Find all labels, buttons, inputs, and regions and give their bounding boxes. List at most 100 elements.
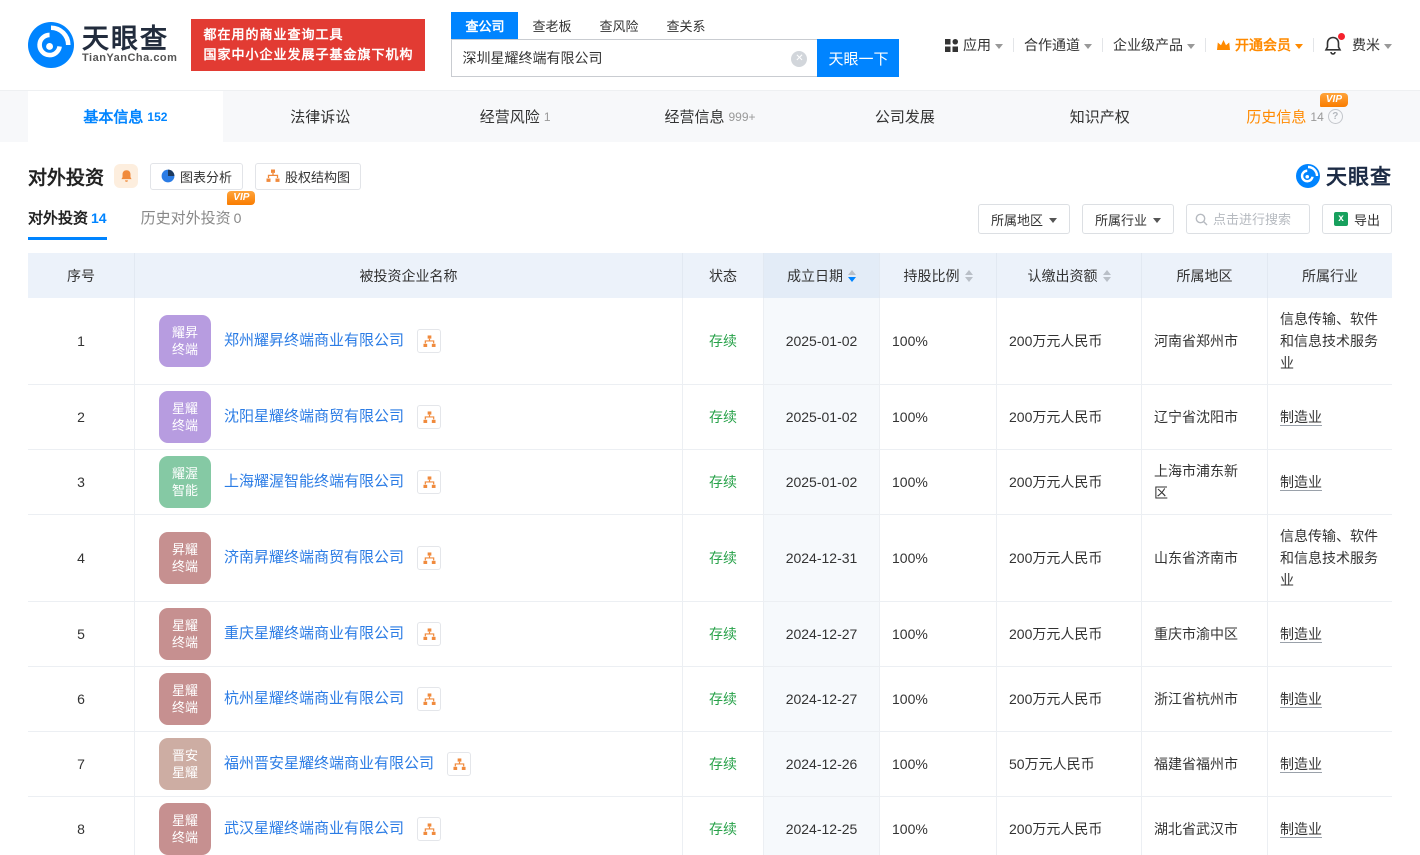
table-row: 5 星耀终端 重庆星耀终端商业有限公司 存续 2024-12-27 100% 2… [28, 602, 1392, 667]
company-name-link[interactable]: 重庆星耀终端商业有限公司 [224, 623, 404, 645]
industry-cell: 制造业 [1268, 732, 1392, 796]
tab-basic-info[interactable]: 基本信息 152 [28, 91, 223, 142]
region-cell: 重庆市渝中区 [1142, 602, 1268, 666]
tab-label: 公司发展 [875, 106, 935, 127]
notification-bell[interactable] [1324, 36, 1342, 55]
col-status: 状态 [683, 253, 764, 298]
monitor-bell-button[interactable] [114, 164, 138, 188]
status-cell: 存续 [683, 385, 764, 449]
tab-company-development[interactable]: 公司发展 [807, 91, 1002, 142]
search-button[interactable]: 天眼一下 [817, 39, 899, 77]
equity-structure-icon-button[interactable] [417, 329, 441, 353]
tab-count: 152 [147, 110, 167, 124]
table-search-input[interactable] [1213, 212, 1299, 227]
bell-icon [120, 169, 133, 183]
equity-structure-icon-button[interactable] [417, 470, 441, 494]
chart-analysis-button[interactable]: 图表分析 [150, 163, 243, 190]
tianyancha-logo-icon [1296, 164, 1320, 188]
region-cell: 湖北省武汉市 [1142, 797, 1268, 855]
company-cell: 星耀终端 武汉星耀终端商业有限公司 [135, 797, 683, 855]
help-icon[interactable]: ? [1328, 109, 1343, 124]
investment-table: 序号 被投资企业名称 状态 成立日期 持股比例 认缴出资额 所属地区 所属行业 … [28, 253, 1392, 855]
equity-structure-icon-button[interactable] [417, 405, 441, 429]
company-avatar[interactable]: 星耀终端 [159, 803, 211, 855]
tianyancha-logo[interactable]: 天眼查 TianYanCha.com [28, 22, 177, 68]
nav-user[interactable]: 费米 [1352, 35, 1392, 55]
org-chart-icon [423, 476, 436, 489]
col-establish-date-sort[interactable]: 成立日期 [764, 253, 880, 298]
company-name-link[interactable]: 济南昇耀终端商贸有限公司 [224, 547, 404, 569]
subtab-history-investment[interactable]: VIP 历史对外投资0 [141, 207, 242, 240]
row-index-cell: 6 [28, 667, 135, 731]
search-tab-company[interactable]: 查公司 [451, 12, 518, 39]
brand-domain: TianYanCha.com [82, 53, 177, 65]
status-cell: 存续 [683, 450, 764, 514]
tab-history-info[interactable]: VIP 历史信息 14 ? [1197, 91, 1392, 142]
establish-date-cell: 2025-01-02 [764, 298, 880, 384]
equity-structure-icon-button[interactable] [417, 687, 441, 711]
company-avatar[interactable]: 星耀终端 [159, 608, 211, 660]
company-name-link[interactable]: 沈阳星耀终端商贸有限公司 [224, 406, 404, 428]
company-name-link[interactable]: 杭州星耀终端商业有限公司 [224, 688, 404, 710]
row-index-cell: 7 [28, 732, 135, 796]
nav-enterprise[interactable]: 企业级产品 [1113, 35, 1195, 55]
region-filter-label: 所属地区 [991, 210, 1043, 229]
industry-cell: 制造业 [1268, 450, 1392, 514]
tab-operation-risk[interactable]: 经营风险 1 [418, 91, 613, 142]
watermark-brand-name: 天眼查 [1326, 161, 1392, 191]
status-badge: 存续 [709, 688, 737, 710]
tab-intellectual-property[interactable]: 知识产权 [1002, 91, 1197, 142]
slogan-line1: 都在用的商业查询工具 [203, 25, 413, 45]
company-cell: 耀昇终端 郑州耀昇终端商业有限公司 [135, 298, 683, 384]
row-index-cell: 8 [28, 797, 135, 855]
industry-filter-label: 所属行业 [1095, 210, 1147, 229]
search-tab-risk[interactable]: 查风险 [585, 12, 652, 39]
company-avatar[interactable]: 晋安星耀 [159, 738, 211, 790]
col-shareholding-ratio-sort[interactable]: 持股比例 [880, 253, 997, 298]
company-name-link[interactable]: 福州晋安星耀终端商业有限公司 [224, 753, 434, 775]
export-button[interactable]: x 导出 [1322, 204, 1392, 234]
company-name-link[interactable]: 郑州耀昇终端商业有限公司 [224, 330, 404, 352]
divider [1313, 38, 1314, 52]
company-avatar[interactable]: 耀昇终端 [159, 315, 211, 367]
search-tab-boss[interactable]: 查老板 [518, 12, 585, 39]
shareholding-ratio-cell: 100% [880, 797, 997, 855]
nav-partner[interactable]: 合作通道 [1024, 35, 1092, 55]
shareholding-ratio-cell: 100% [880, 385, 997, 449]
region-filter-dropdown[interactable]: 所属地区 [978, 204, 1070, 234]
company-page-tabs: 基本信息 152 法律诉讼 经营风险 1 经营信息 999+ 公司发展 知识产权… [0, 90, 1420, 142]
row-index-cell: 4 [28, 515, 135, 601]
company-avatar[interactable]: 星耀终端 [159, 391, 211, 443]
subtab-outbound-investment[interactable]: 对外投资14 [28, 207, 107, 240]
company-name-link[interactable]: 武汉星耀终端商业有限公司 [224, 818, 404, 840]
search-tab-relation[interactable]: 查关系 [653, 12, 720, 39]
establish-date-cell: 2025-01-02 [764, 385, 880, 449]
table-row: 2 星耀终端 沈阳星耀终端商贸有限公司 存续 2025-01-02 100% 2… [28, 385, 1392, 450]
establish-date-cell: 2024-12-27 [764, 602, 880, 666]
company-avatar[interactable]: 昇耀终端 [159, 532, 211, 584]
status-badge: 存续 [709, 547, 737, 569]
company-avatar[interactable]: 星耀终端 [159, 673, 211, 725]
subscribed-capital-cell: 200万元人民币 [997, 385, 1142, 449]
equity-structure-label: 股权结构图 [285, 167, 350, 186]
col-subscribed-capital-sort[interactable]: 认缴出资额 [997, 253, 1142, 298]
org-chart-icon [453, 758, 466, 771]
industry-filter-dropdown[interactable]: 所属行业 [1082, 204, 1174, 234]
tab-legal[interactable]: 法律诉讼 [223, 91, 418, 142]
tab-business-info[interactable]: 经营信息 999+ [613, 91, 808, 142]
search-icon [1195, 213, 1208, 226]
equity-structure-icon-button[interactable] [417, 817, 441, 841]
nav-apps[interactable]: 应用 [944, 35, 1003, 55]
equity-structure-icon-button[interactable] [417, 546, 441, 570]
search-input[interactable] [452, 40, 817, 76]
company-name-link[interactable]: 上海耀渥智能终端有限公司 [224, 471, 404, 493]
company-avatar[interactable]: 耀渥智能 [159, 456, 211, 508]
status-cell: 存续 [683, 298, 764, 384]
nav-open-vip[interactable]: 开通会员 [1216, 35, 1303, 55]
notification-dot [1338, 33, 1345, 40]
table-search-box[interactable] [1186, 204, 1310, 234]
equity-structure-button[interactable]: 股权结构图 [255, 163, 361, 190]
equity-structure-icon-button[interactable] [447, 752, 471, 776]
equity-structure-icon-button[interactable] [417, 622, 441, 646]
org-chart-icon [423, 693, 436, 706]
